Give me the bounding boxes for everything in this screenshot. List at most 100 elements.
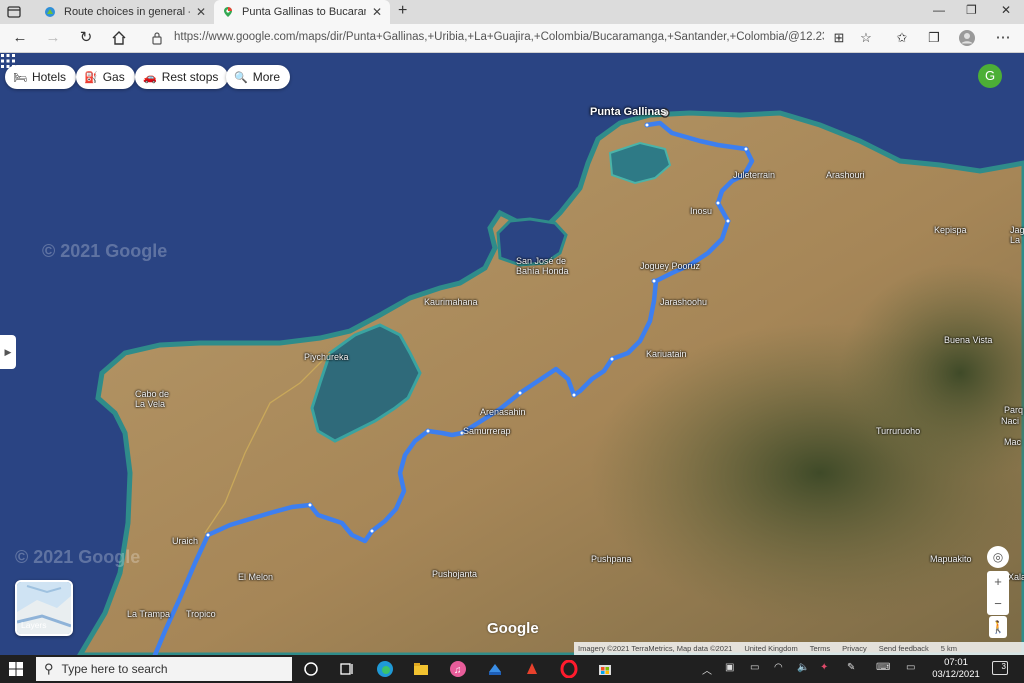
place-label[interactable]: Cabo de bbox=[135, 389, 169, 399]
privacy-link[interactable]: Privacy bbox=[842, 644, 867, 653]
rest-stops-chip[interactable]: 🚗 Rest stops bbox=[135, 65, 229, 89]
place-label[interactable]: Mac bbox=[1004, 437, 1021, 447]
more-options-icon[interactable]: ⋯ bbox=[994, 29, 1012, 47]
tab-title: Punta Gallinas to Bucaramanga, bbox=[242, 6, 366, 18]
tab-title: Route choices in general - Page bbox=[64, 6, 190, 18]
place-label[interactable]: Jarashoohu bbox=[660, 297, 707, 307]
place-label[interactable]: Kariuatain bbox=[646, 349, 687, 359]
refresh-icon[interactable]: ↻ bbox=[77, 29, 95, 47]
place-label[interactable]: Kepispa bbox=[934, 225, 967, 235]
bed-icon: 🛏 bbox=[13, 71, 27, 84]
notifications-icon[interactable]: 3 bbox=[992, 661, 1008, 675]
keyboard-icon[interactable]: ⌨ bbox=[876, 662, 890, 673]
new-tab-icon[interactable]: + bbox=[398, 2, 407, 20]
clock-date: 03/12/2021 bbox=[932, 669, 980, 680]
place-label[interactable]: Arenasahin bbox=[480, 407, 526, 417]
zoom-out-button[interactable]: − bbox=[987, 593, 1009, 615]
place-label[interactable]: Naci bbox=[1001, 416, 1019, 426]
dropbox-icon[interactable]: ✦ bbox=[820, 662, 828, 673]
battery-icon[interactable]: ▭ bbox=[750, 662, 759, 673]
map-canvas[interactable]: 🛏 Hotels ⛽ Gas 🚗 Rest stops 🔍 More G Pun… bbox=[0, 53, 1024, 655]
more-chip[interactable]: 🔍 More bbox=[226, 65, 291, 89]
close-window-icon[interactable]: ✕ bbox=[1001, 3, 1011, 17]
place-label[interactable]: San José de bbox=[516, 256, 566, 266]
site-favicon-icon bbox=[45, 7, 55, 17]
store-icon[interactable] bbox=[596, 660, 614, 678]
taskbar-search-input[interactable]: ⚲ Type here to search bbox=[36, 657, 292, 681]
place-label[interactable]: Inosu bbox=[690, 206, 712, 216]
volume-icon[interactable]: 🔈 bbox=[797, 662, 809, 673]
place-label[interactable]: Bahía Honda bbox=[516, 266, 569, 276]
satellite-map[interactable] bbox=[0, 53, 1024, 655]
place-label[interactable]: Xala bbox=[1008, 572, 1024, 582]
place-label[interactable]: Kaurimahana bbox=[424, 297, 478, 307]
account-avatar[interactable]: G bbox=[978, 64, 1002, 88]
place-label[interactable]: Pushojanta bbox=[432, 569, 477, 579]
place-label[interactable]: Arashouri bbox=[826, 170, 865, 180]
file-explorer-icon[interactable] bbox=[412, 660, 430, 678]
send-feedback-link[interactable]: Send feedback bbox=[879, 644, 929, 653]
forward-icon[interactable]: → bbox=[44, 29, 62, 47]
tab-route-choices[interactable]: Route choices in general - Page ✕ bbox=[36, 0, 214, 24]
lock-icon[interactable] bbox=[151, 31, 163, 45]
place-label[interactable]: Piychureka bbox=[304, 352, 349, 362]
place-label[interactable]: La Trampa bbox=[127, 609, 170, 619]
scale-bar[interactable]: 5 km bbox=[941, 644, 957, 653]
place-label[interactable]: La Vela bbox=[135, 399, 165, 409]
origin-label[interactable]: Punta Gallinas bbox=[590, 106, 666, 118]
place-label[interactable]: Juleterrain bbox=[733, 170, 775, 180]
app-available-icon[interactable]: ⊞ bbox=[830, 29, 848, 47]
windows-start-icon[interactable] bbox=[9, 662, 23, 676]
car-icon: 🚗 bbox=[143, 71, 157, 84]
taskbar-clock[interactable]: 07:01 03/12/2021 bbox=[928, 657, 984, 681]
browser-tab-bar: Route choices in general - Page ✕ Punta … bbox=[0, 0, 1024, 24]
place-label[interactable]: Parq bbox=[1004, 405, 1023, 415]
opera-icon[interactable] bbox=[560, 660, 578, 678]
show-hidden-icons-icon[interactable]: ︿ bbox=[702, 662, 712, 677]
favorites-icon[interactable]: ✩ bbox=[893, 29, 911, 47]
meet-now-icon[interactable]: ▣ bbox=[725, 662, 734, 673]
place-label[interactable]: El Melon bbox=[238, 572, 273, 582]
place-label[interactable]: Jag bbox=[1010, 225, 1024, 235]
place-label[interactable]: Joguey Pooruz bbox=[640, 261, 700, 271]
close-tab-icon[interactable]: ✕ bbox=[196, 5, 206, 19]
tab-actions-icon[interactable] bbox=[6, 4, 22, 20]
tab-google-maps[interactable]: Punta Gallinas to Bucaramanga, ✕ bbox=[214, 0, 390, 24]
itunes-icon[interactable]: ♫ bbox=[449, 660, 467, 678]
task-view-icon[interactable] bbox=[338, 660, 356, 678]
favorite-star-icon[interactable]: ☆ bbox=[857, 29, 875, 47]
pen-icon[interactable]: ✎ bbox=[847, 662, 855, 673]
place-label[interactable]: Mapuakito bbox=[930, 554, 972, 564]
place-label[interactable]: La bbox=[1010, 235, 1020, 245]
place-label[interactable]: Turruruoho bbox=[876, 426, 920, 436]
store-app-icon[interactable] bbox=[486, 660, 504, 678]
place-label[interactable]: Buena Vista bbox=[944, 335, 992, 345]
minimize-icon[interactable]: — bbox=[933, 3, 945, 17]
edge-browser-icon[interactable] bbox=[376, 660, 394, 678]
region-link[interactable]: United Kingdom bbox=[744, 644, 797, 653]
place-label[interactable]: Uraich bbox=[172, 536, 198, 546]
back-icon[interactable]: ← bbox=[11, 29, 29, 47]
wifi-icon[interactable]: ◠ bbox=[774, 662, 783, 673]
restore-icon[interactable]: ❐ bbox=[966, 3, 977, 17]
monitor-icon[interactable]: ▭ bbox=[906, 662, 915, 673]
my-location-button[interactable]: ◎ bbox=[987, 546, 1009, 568]
place-label[interactable]: Tropico bbox=[186, 609, 216, 619]
home-icon[interactable] bbox=[110, 29, 128, 47]
app-icon-red[interactable] bbox=[523, 660, 541, 678]
collections-icon[interactable]: ❐ bbox=[925, 29, 943, 47]
gas-chip[interactable]: ⛽ Gas bbox=[76, 65, 135, 89]
expand-side-panel-button[interactable]: ▶ bbox=[0, 335, 16, 369]
place-label[interactable]: Pushpana bbox=[591, 554, 632, 564]
google-apps-icon[interactable] bbox=[0, 53, 16, 69]
terms-link[interactable]: Terms bbox=[810, 644, 830, 653]
notification-count: 3 bbox=[1001, 662, 1006, 671]
close-tab-icon[interactable]: ✕ bbox=[372, 5, 382, 19]
place-label[interactable]: Samurrerap bbox=[463, 426, 511, 436]
profile-icon[interactable] bbox=[958, 29, 976, 47]
url-field[interactable]: https://www.google.com/maps/dir/Punta+Ga… bbox=[142, 27, 824, 49]
cortana-icon[interactable] bbox=[302, 660, 320, 678]
zoom-in-button[interactable]: + bbox=[987, 571, 1009, 593]
street-view-pegman-icon[interactable]: 🚶 bbox=[989, 616, 1007, 638]
layers-button[interactable]: Layers bbox=[15, 580, 73, 636]
